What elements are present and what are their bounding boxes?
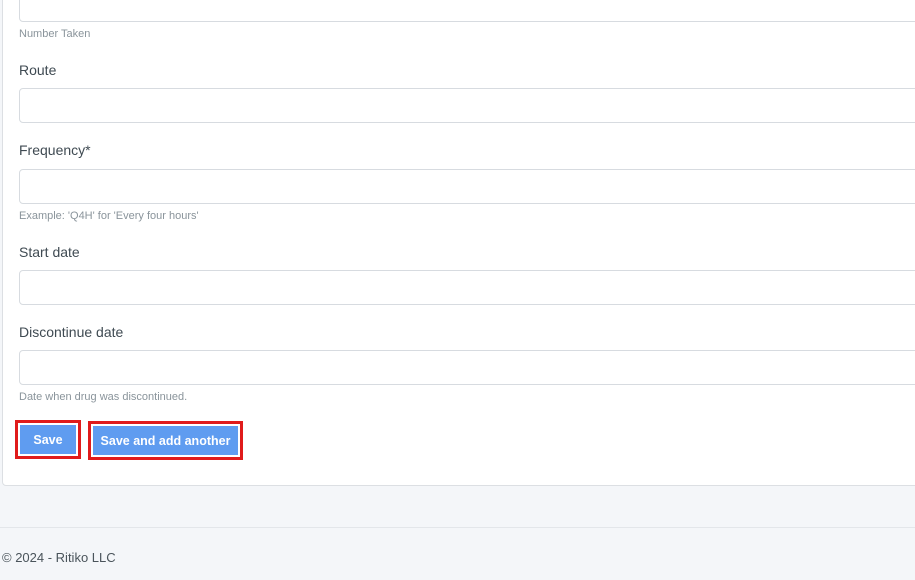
number-taken-help: Number Taken — [19, 28, 91, 40]
save-button[interactable]: Save — [18, 423, 78, 456]
form-card: Number Taken Route Frequency* Example: '… — [2, 0, 915, 486]
frequency-help: Example: 'Q4H' for 'Every four hours' — [19, 210, 199, 222]
route-label: Route — [19, 62, 57, 78]
footer-copyright: © 2024 - Ritiko LLC — [2, 550, 116, 565]
discontinue-date-help: Date when drug was discontinued. — [19, 391, 188, 403]
footer-divider — [0, 527, 915, 528]
start-date-label: Start date — [19, 244, 80, 260]
save-button-highlight: Save — [15, 420, 81, 459]
save-and-add-another-button-highlight: Save and add another — [88, 421, 243, 460]
discontinue-date-input[interactable] — [19, 350, 915, 385]
save-and-add-another-button[interactable]: Save and add another — [91, 424, 240, 457]
number-taken-input[interactable] — [19, 0, 915, 22]
discontinue-date-label: Discontinue date — [19, 324, 124, 340]
start-date-input[interactable] — [19, 270, 915, 305]
frequency-input[interactable] — [19, 169, 915, 204]
route-input[interactable] — [19, 88, 915, 123]
frequency-label: Frequency* — [19, 142, 91, 158]
